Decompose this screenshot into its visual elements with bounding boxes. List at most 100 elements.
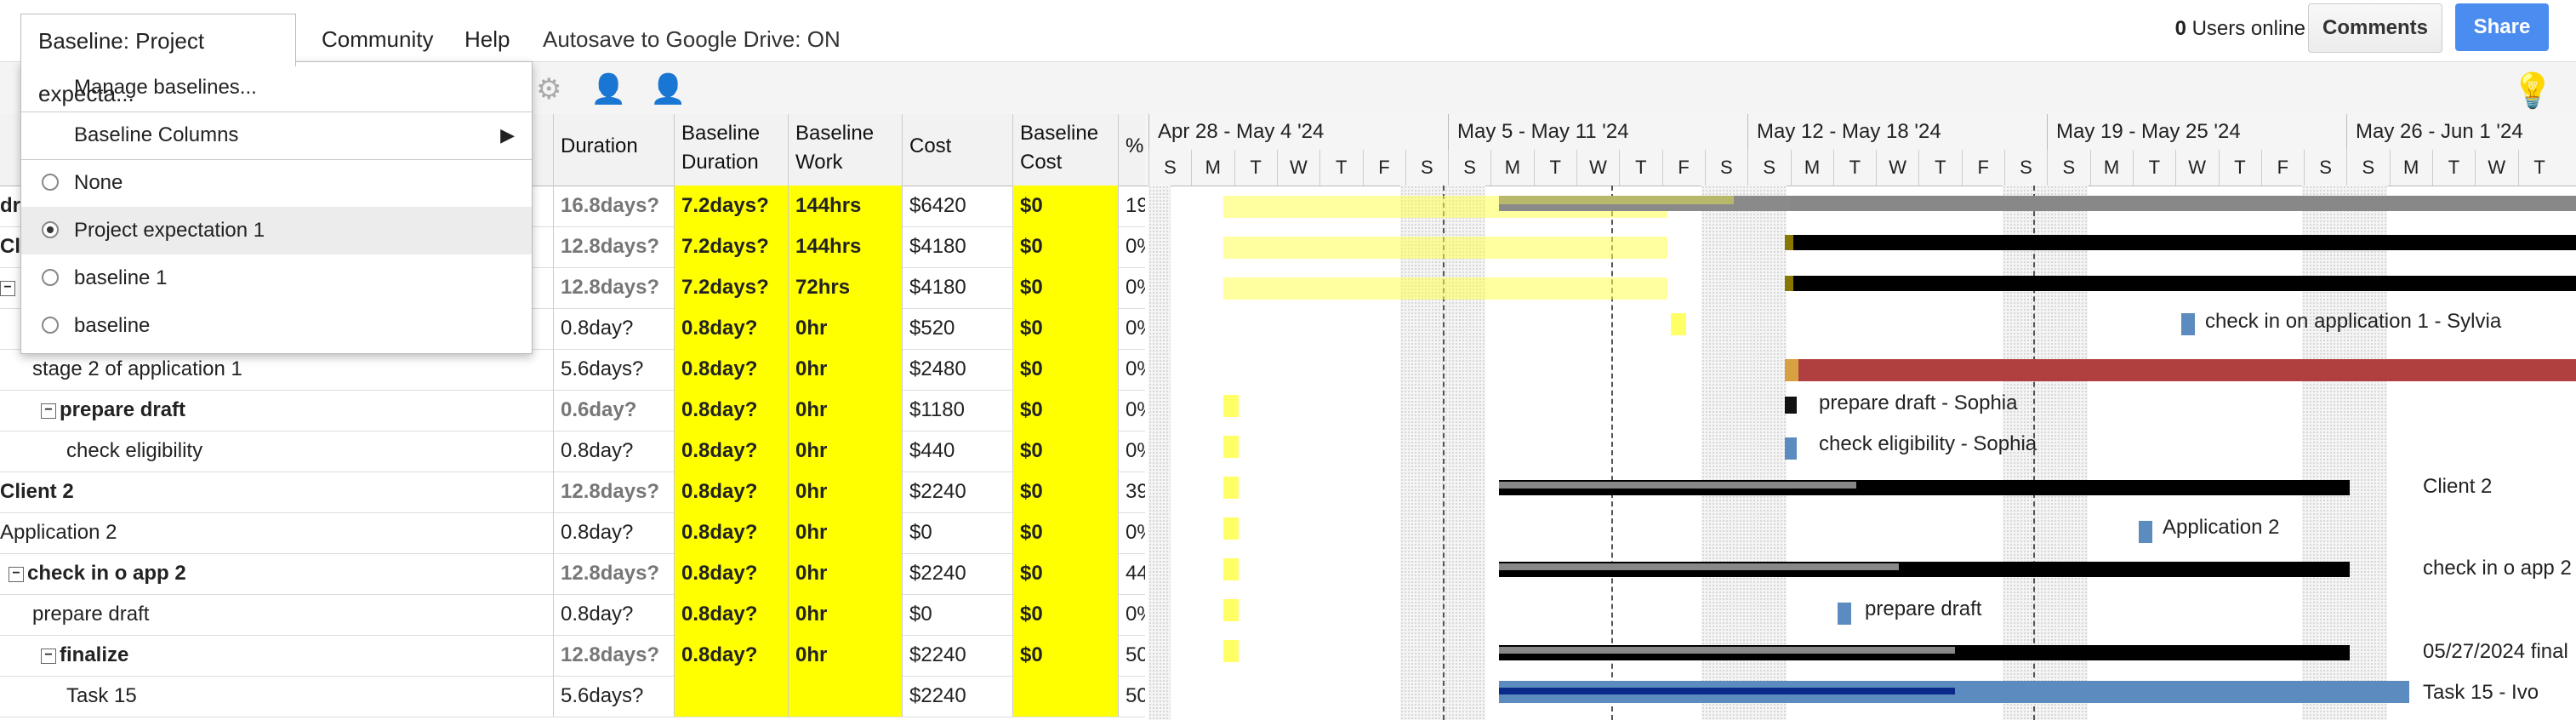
cell-pct[interactable]: 0% — [1118, 308, 1145, 349]
radio-icon[interactable] — [42, 221, 59, 238]
cell-bdur[interactable]: 7.2days? — [674, 186, 788, 226]
cell-pct[interactable]: 50% — [1118, 676, 1145, 717]
cell-bdur[interactable]: 0.8day? — [674, 308, 788, 349]
table-row[interactable]: stage 2 of application 1 5.6days? 0.8day? 0… — [0, 349, 1145, 391]
baseline-bar[interactable] — [1671, 313, 1686, 335]
collapse-icon[interactable]: − — [9, 566, 24, 582]
radio-icon[interactable] — [42, 269, 59, 286]
cell-cost[interactable]: $6420 — [902, 186, 1012, 226]
baseline-option[interactable]: Project expectation 1 — [21, 207, 532, 254]
cell-pct[interactable]: 0% — [1118, 431, 1145, 471]
col-baseline-work[interactable]: Baseline Work — [788, 114, 902, 186]
cell-duration[interactable]: 5.6days? — [553, 349, 674, 390]
col-duration[interactable]: Duration — [553, 114, 674, 186]
cell-bdur[interactable]: 0.8day? — [674, 390, 788, 431]
table-row[interactable]: check eligibility 0.8day? 0.8day? 0hr $440 $0… — [0, 431, 1145, 472]
cell-bdur[interactable]: 7.2days? — [674, 226, 788, 267]
progress-bar[interactable] — [1499, 196, 1734, 204]
task-name[interactable]: Client 2 — [0, 471, 74, 512]
cell-bwork[interactable]: 0hr — [788, 512, 902, 553]
cell-bcost[interactable]: $0 — [1012, 594, 1118, 635]
cell-pct[interactable]: 44% — [1118, 553, 1145, 594]
cell-pct[interactable]: 0% — [1118, 512, 1145, 553]
cell-pct[interactable]: 39% — [1118, 471, 1145, 512]
table-row[interactable]: −prepare draft 0.6day?0.8day?0hr$1180$00% — [0, 390, 1145, 431]
cell-duration[interactable]: 12.8days? — [553, 471, 674, 512]
cell-bwork[interactable]: 0hr — [788, 594, 902, 635]
comments-button[interactable]: Comments — [2308, 3, 2442, 53]
cell-pct[interactable]: 19% — [1118, 186, 1145, 226]
task-bar[interactable] — [2139, 521, 2152, 543]
cell-bcost[interactable]: $0 — [1012, 308, 1118, 349]
baseline-option[interactable]: baseline — [21, 302, 532, 350]
cell-bwork[interactable] — [788, 676, 902, 717]
task-name[interactable]: − check in o app 2 — [9, 553, 186, 594]
cell-cost[interactable]: $520 — [902, 308, 1012, 349]
baseline-bar[interactable] — [1223, 395, 1239, 417]
cell-bdur[interactable]: 0.8day? — [674, 349, 788, 390]
table-row[interactable]: Task 15 5.6days? $2240 50% — [0, 676, 1145, 717]
cell-duration[interactable]: 0.8day? — [553, 512, 674, 553]
user-icon[interactable]: 👤 — [590, 72, 626, 106]
task-bar[interactable] — [1785, 276, 1793, 291]
cell-pct[interactable]: 0% — [1118, 226, 1145, 267]
progress-bar[interactable] — [1499, 563, 1899, 570]
cell-bcost[interactable]: $0 — [1012, 267, 1118, 308]
cell-pct[interactable]: 0% — [1118, 267, 1145, 308]
cell-bwork[interactable]: 0hr — [788, 390, 902, 431]
col-baseline-duration[interactable]: Baseline Duration — [674, 114, 788, 186]
cell-bcost[interactable]: $0 — [1012, 635, 1118, 676]
task-bar[interactable] — [1785, 235, 1793, 250]
cell-cost[interactable]: $1180 — [902, 390, 1012, 431]
task-bar[interactable] — [1790, 196, 2576, 211]
cell-pct[interactable]: 0% — [1118, 390, 1145, 431]
cell-cost[interactable]: $2240 — [902, 471, 1012, 512]
baseline-bar[interactable] — [1223, 237, 1667, 259]
cell-bcost[interactable]: $0 — [1012, 471, 1118, 512]
cell-duration[interactable]: 0.8day? — [553, 594, 674, 635]
baseline-bar[interactable] — [1223, 599, 1239, 621]
baseline-bar[interactable] — [1223, 640, 1239, 662]
col-baseline-cost[interactable]: Baseline Cost — [1012, 114, 1118, 186]
baseline-bar[interactable] — [1223, 277, 1667, 300]
cell-bdur[interactable]: 0.8day? — [674, 594, 788, 635]
col-cost[interactable]: Cost — [902, 114, 1012, 186]
baseline-bar[interactable] — [1223, 477, 1239, 499]
cell-duration[interactable]: 12.8days? — [553, 267, 674, 308]
collapse-icon[interactable]: − — [41, 648, 56, 664]
task-bar[interactable] — [1785, 437, 1797, 460]
baseline-bar[interactable] — [1223, 517, 1239, 540]
cell-bcost[interactable]: $0 — [1012, 186, 1118, 226]
help-menu[interactable]: Help — [464, 15, 510, 63]
cell-bdur[interactable]: 0.8day? — [674, 431, 788, 471]
task-name[interactable]: Task 15 — [66, 676, 137, 717]
task-bar[interactable] — [1793, 276, 2576, 291]
share-button[interactable]: Share — [2455, 3, 2549, 51]
task-name[interactable]: − prepare draft — [41, 390, 185, 431]
cell-pct[interactable]: 0% — [1118, 349, 1145, 390]
progress-bar[interactable] — [1499, 482, 1856, 489]
cell-bwork[interactable]: 0hr — [788, 349, 902, 390]
cell-bdur[interactable]: 0.8day? — [674, 553, 788, 594]
task-bar[interactable] — [1798, 359, 2576, 381]
table-row[interactable]: −finalize 12.8days?0.8day?0hr$2240$050% — [0, 635, 1145, 677]
cell-duration[interactable]: 5.6days? — [553, 676, 674, 717]
table-row[interactable]: prepare draft0.8day?0.8day?0hr$0$00% — [0, 594, 1145, 636]
table-row[interactable]: Client 2 12.8days?0.8day?0hr$2240$039% — [0, 471, 1145, 513]
cell-duration[interactable]: 0.8day? — [553, 431, 674, 471]
cell-bcost[interactable]: $0 — [1012, 512, 1118, 553]
cell-cost[interactable]: $4180 — [902, 226, 1012, 267]
table-row[interactable]: − check in o app 2 12.8days? 0.8day? 0hr $224… — [0, 553, 1145, 595]
cell-bdur[interactable] — [674, 676, 788, 717]
cell-bwork[interactable]: 0hr — [788, 635, 902, 676]
collapse-icon[interactable]: − — [41, 403, 56, 419]
cell-cost[interactable]: $2240 — [902, 676, 1012, 717]
cell-bcost[interactable]: $0 — [1012, 226, 1118, 267]
radio-icon[interactable] — [42, 317, 59, 334]
cell-pct[interactable]: 50% — [1118, 635, 1145, 676]
cell-duration[interactable]: 0.6day? — [553, 390, 674, 431]
progress-bar[interactable] — [1499, 647, 1955, 654]
progress-bar[interactable] — [1499, 688, 1955, 694]
task-name[interactable]: − finalize — [41, 635, 128, 676]
cell-duration[interactable]: 0.8day? — [553, 308, 674, 349]
